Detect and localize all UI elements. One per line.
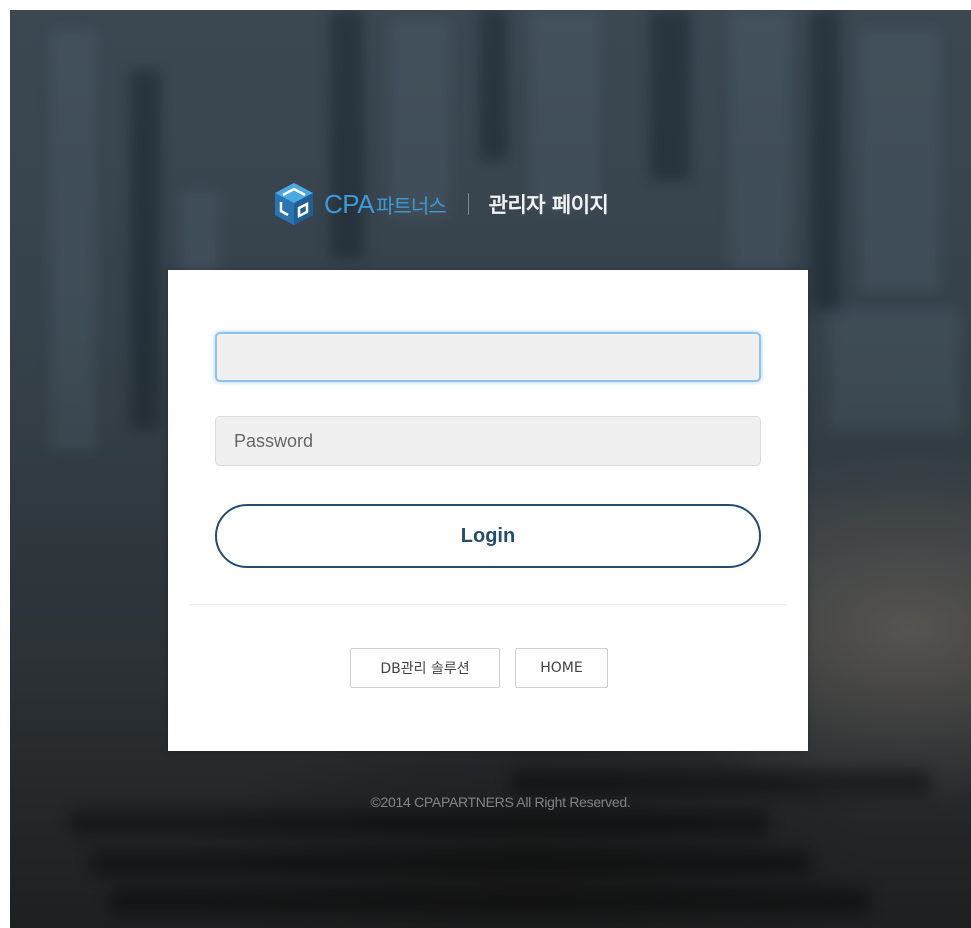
db-solution-button[interactable]: DB관리 솔루션 (350, 648, 500, 688)
login-button[interactable]: Login (215, 504, 761, 568)
login-page: CPA 파트너스 관리자 페이지 Login DB관리 솔루션 HOME ©20… (0, 0, 971, 928)
login-card: Login DB관리 솔루션 HOME (168, 270, 808, 751)
username-input[interactable] (215, 332, 761, 382)
left-border (0, 0, 10, 928)
brand-cpa: CPA (324, 188, 375, 219)
cube-logo-icon (275, 183, 313, 225)
password-input[interactable] (215, 416, 761, 466)
copyright-text: ©2014 CPAPARTNERS All Right Reserved. (370, 794, 631, 810)
header-logo: CPA 파트너스 관리자 페이지 (272, 178, 609, 230)
brand-korean: 파트너스 (376, 193, 447, 218)
header-divider (467, 193, 469, 215)
admin-page-title: 관리자 페이지 (488, 193, 609, 217)
card-divider (190, 604, 786, 605)
home-button[interactable]: HOME (515, 648, 608, 688)
top-border (0, 0, 971, 10)
